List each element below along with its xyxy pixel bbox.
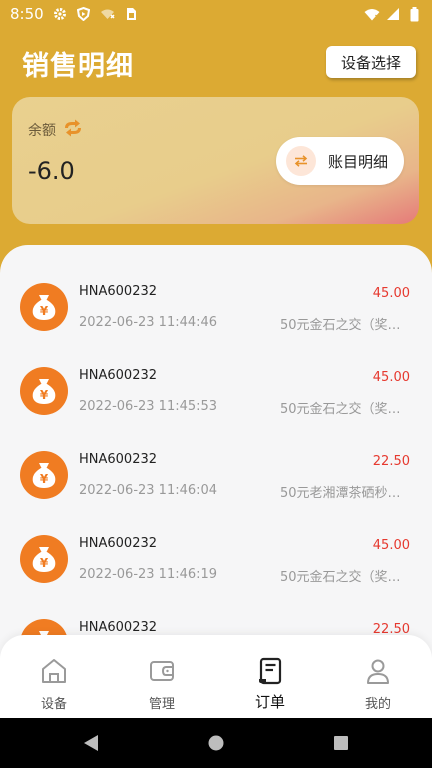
status-bar: 8:50 [0, 0, 432, 28]
order-id: HNA600232 [79, 536, 158, 551]
list-item[interactable]: ¥ HNA600232 2022-06-23 11:46:04 22.50 50… [0, 413, 432, 501]
nav-label: 订单 [254, 693, 285, 711]
wallet-icon [148, 657, 176, 685]
recents-icon[interactable] [332, 733, 350, 757]
shield-icon [76, 6, 92, 22]
user-icon [364, 657, 392, 685]
order-id: HNA600232 [79, 620, 158, 635]
balance-label: 余额 [28, 123, 56, 139]
back-icon[interactable] [82, 733, 100, 757]
order-id: HNA600232 [79, 284, 158, 299]
order-amount: 45.00 [372, 286, 410, 301]
swap-icon [286, 146, 316, 176]
nav-item-manage[interactable]: 管理 [108, 635, 216, 718]
account-detail-button[interactable]: 账目明细 [276, 137, 404, 185]
signal-icon [385, 6, 401, 22]
nav-item-orders[interactable]: 订单 [216, 635, 324, 718]
order-time: 2022-06-23 11:46:19 [79, 567, 218, 582]
home-icon [40, 657, 68, 685]
order-time: 2022-06-23 11:46:04 [79, 483, 218, 498]
page-title: 销售明细 [22, 51, 134, 82]
order-icon [256, 657, 284, 685]
wifi-icon [364, 6, 380, 22]
svg-text:¥: ¥ [40, 472, 49, 486]
money-bag-icon: ¥ [20, 451, 68, 499]
money-bag-icon: ¥ [20, 535, 68, 583]
order-id: HNA600232 [79, 368, 158, 383]
order-amount: 45.00 [372, 538, 410, 553]
home-button-icon[interactable] [207, 733, 225, 757]
order-list: ¥ HNA600232 2022-06-23 11:44:46 45.00 50… [0, 245, 432, 645]
account-detail-label: 账目明细 [328, 152, 389, 171]
balance-value: -6.0 [28, 157, 75, 185]
order-amount: 45.00 [372, 370, 410, 385]
bottom-nav: 设备 管理 订单 我的 [0, 635, 432, 718]
sim-card-icon [124, 6, 140, 22]
system-nav-bar [0, 718, 432, 768]
balance-label-row: 余额 [28, 119, 84, 141]
svg-text:¥: ¥ [40, 304, 49, 318]
svg-text:¥: ¥ [40, 556, 49, 570]
nav-label: 我的 [364, 697, 391, 712]
list-item[interactable]: ¥ HNA600232 2022-06-23 11:45:53 45.00 50… [0, 329, 432, 417]
nav-item-mine[interactable]: 我的 [324, 635, 432, 718]
device-select-button[interactable]: 设备选择 [326, 46, 416, 78]
gear-icon [52, 6, 68, 22]
svg-text:¥: ¥ [40, 388, 49, 402]
money-bag-icon: ¥ [20, 367, 68, 415]
status-time: 8:50 [10, 5, 44, 23]
list-item[interactable]: ¥ HNA600232 2022-06-23 11:44:46 45.00 50… [0, 245, 432, 333]
money-bag-icon: ¥ [20, 283, 68, 331]
refresh-icon[interactable] [62, 119, 84, 141]
order-time: 2022-06-23 11:44:46 [79, 315, 218, 330]
nav-item-device[interactable]: 设备 [0, 635, 108, 718]
order-time: 2022-06-23 11:45:53 [79, 399, 218, 414]
order-id: HNA600232 [79, 452, 158, 467]
order-amount: 22.50 [372, 454, 410, 469]
nav-label: 设备 [40, 697, 67, 712]
wifi-off-icon [100, 6, 116, 22]
balance-card: 余额 -6.0 账目明细 [12, 97, 419, 224]
nav-label: 管理 [148, 697, 175, 712]
battery-icon [406, 6, 422, 22]
list-item[interactable]: ¥ HNA600232 2022-06-23 11:46:19 45.00 50… [0, 497, 432, 585]
